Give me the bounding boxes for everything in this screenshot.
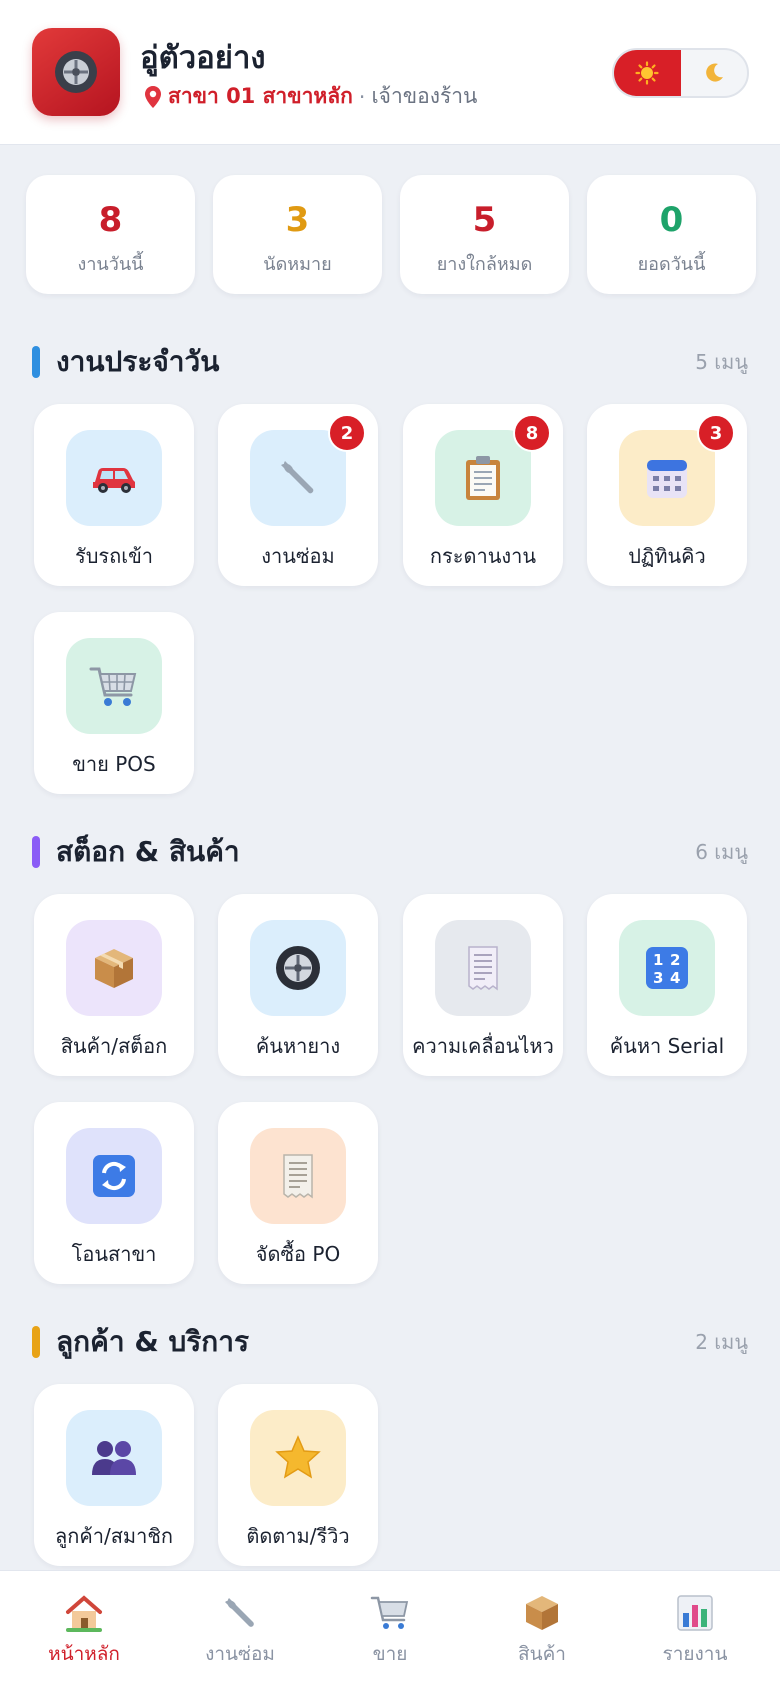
- location-pin-icon: [145, 85, 161, 108]
- shop-name: อู่ตัวอย่าง: [140, 40, 266, 76]
- shop-logo: [32, 28, 120, 116]
- moon-icon: [705, 63, 723, 82]
- nav-label: หน้าหลัก: [48, 1643, 120, 1665]
- notification-badge: 2: [328, 414, 366, 452]
- svg-text:1: 1: [653, 951, 663, 969]
- cart-icon: [66, 638, 162, 734]
- tile-label: ลูกค้า/สมาชิก: [54, 1524, 174, 1548]
- tile-label: ติดตาม/รีวิว: [246, 1524, 350, 1548]
- theme-light-option[interactable]: [614, 50, 681, 96]
- home-icon: [66, 1595, 102, 1632]
- stat-value: 5: [472, 200, 497, 240]
- menu-branch-transfer[interactable]: โอนสาขา: [34, 1102, 194, 1284]
- tire-logo-icon: [55, 51, 97, 93]
- section-title: สต็อก & สินค้า: [56, 835, 240, 868]
- tire-icon: [250, 920, 346, 1016]
- stat-jobs-today[interactable]: 8 งานวันนี้: [26, 175, 195, 294]
- tile-label: ขาย POS: [72, 752, 156, 776]
- menu-stock-movement[interactable]: ความเคลื่อนไหว: [403, 894, 563, 1076]
- stat-value: 0: [659, 200, 684, 240]
- section-stock-products: สต็อก & สินค้า 6 เมนู: [32, 832, 748, 872]
- stat-tires-low[interactable]: 5 ยางใกล้หมด: [400, 175, 569, 294]
- svg-text:2: 2: [670, 951, 680, 969]
- section-accent-bar: [32, 1326, 40, 1358]
- tile-label: งานซ่อม: [261, 544, 335, 568]
- menu-follow-up-review[interactable]: ติดตาม/รีวิว: [218, 1384, 378, 1566]
- menu-tire-search[interactable]: ค้นหายาง: [218, 894, 378, 1076]
- section-count: 6 เมนู: [695, 840, 748, 864]
- tile-label: รับรถเข้า: [74, 544, 154, 568]
- menu-pos-sale[interactable]: ขาย POS: [34, 612, 194, 794]
- menu-job-board[interactable]: 8 กระดานงาน: [403, 404, 563, 586]
- tile-label: ปฏิทินคิว: [628, 544, 706, 568]
- wrench-icon: [225, 1598, 254, 1627]
- tile-label: โอนสาขา: [71, 1242, 157, 1266]
- bottom-navigation: หน้าหลัก งานซ่อม ขาย สินค้า รายงาน: [0, 1570, 780, 1688]
- section-customers-services: ลูกค้า & บริการ 2 เมนู: [32, 1322, 748, 1362]
- section-count: 5 เมนู: [695, 350, 748, 374]
- section-title: งานประจำวัน: [56, 345, 220, 378]
- nav-home[interactable]: หน้าหลัก: [6, 1571, 162, 1688]
- stat-label: งานวันนี้: [77, 254, 144, 275]
- tile-label: ความเคลื่อนไหว: [412, 1034, 554, 1058]
- section-accent-bar: [32, 836, 40, 868]
- stat-appointments[interactable]: 3 นัดหมาย: [213, 175, 382, 294]
- section-accent-bar: [32, 346, 40, 378]
- star-icon: [250, 1410, 346, 1506]
- branch-separator: ·: [358, 84, 366, 109]
- stat-value: 8: [98, 200, 123, 240]
- notification-badge: 8: [513, 414, 551, 452]
- nav-label: รายงาน: [662, 1643, 728, 1665]
- svg-text:4: 4: [670, 969, 680, 987]
- app-header: อู่ตัวอย่าง สาขา 01 สาขาหลัก · เจ้าของร้…: [0, 0, 780, 145]
- car-icon: [66, 430, 162, 526]
- tile-label: ค้นหา Serial: [609, 1034, 725, 1058]
- numbers-icon: 12 34: [619, 920, 715, 1016]
- stat-label: นัดหมาย: [263, 254, 332, 275]
- menu-products-stock[interactable]: สินค้า/สต็อก: [34, 894, 194, 1076]
- section-count: 2 เมนู: [695, 1330, 748, 1354]
- stat-label: ยอดวันนี้: [637, 254, 706, 275]
- theme-toggle[interactable]: [612, 48, 749, 98]
- tile-label: ค้นหายาง: [255, 1034, 341, 1058]
- tile-label: กระดานงาน: [429, 544, 537, 568]
- sun-icon: [635, 61, 659, 85]
- nav-label: งานซ่อม: [205, 1643, 275, 1665]
- nav-sell[interactable]: ขาย: [312, 1571, 468, 1688]
- menu-vehicle-checkin[interactable]: รับรถเข้า: [34, 404, 194, 586]
- chart-icon: [677, 1595, 713, 1631]
- nav-label: สินค้า: [518, 1643, 566, 1665]
- svg-text:3: 3: [653, 969, 663, 987]
- people-icon: [66, 1410, 162, 1506]
- cart-icon: [370, 1596, 409, 1629]
- receipt-icon: [250, 1128, 346, 1224]
- stat-label: ยางใกล้หมด: [436, 254, 533, 275]
- branch-name: สาขา 01 สาขาหลัก: [168, 84, 353, 108]
- theme-dark-option[interactable]: [681, 50, 748, 96]
- menu-serial-search[interactable]: 12 34 ค้นหา Serial: [587, 894, 747, 1076]
- menu-purchase-order[interactable]: จัดซื้อ PO: [218, 1102, 378, 1284]
- receipt-icon: [435, 920, 531, 1016]
- notification-badge: 3: [697, 414, 735, 452]
- menu-customers-members[interactable]: ลูกค้า/สมาชิก: [34, 1384, 194, 1566]
- tile-label: จัดซื้อ PO: [255, 1242, 341, 1266]
- box-icon: [526, 1596, 558, 1630]
- nav-reports[interactable]: รายงาน: [617, 1571, 773, 1688]
- nav-label: ขาย: [372, 1643, 408, 1665]
- nav-repair[interactable]: งานซ่อม: [162, 1571, 318, 1688]
- menu-repair-jobs[interactable]: 2 งานซ่อม: [218, 404, 378, 586]
- section-title: ลูกค้า & บริการ: [56, 1325, 250, 1358]
- tile-label: สินค้า/สต็อก: [60, 1034, 168, 1058]
- box-icon: [66, 920, 162, 1016]
- stat-value: 3: [285, 200, 310, 240]
- user-role: เจ้าของร้าน: [371, 84, 478, 108]
- stat-sales-today[interactable]: 0 ยอดวันนี้: [587, 175, 756, 294]
- menu-queue-calendar[interactable]: 3 ปฏิทินคิว: [587, 404, 747, 586]
- section-daily-work: งานประจำวัน 5 เมนู: [32, 342, 748, 382]
- branch-info[interactable]: สาขา 01 สาขาหลัก · เจ้าของร้าน: [144, 80, 477, 113]
- transfer-icon: [66, 1128, 162, 1224]
- nav-products[interactable]: สินค้า: [464, 1571, 620, 1688]
